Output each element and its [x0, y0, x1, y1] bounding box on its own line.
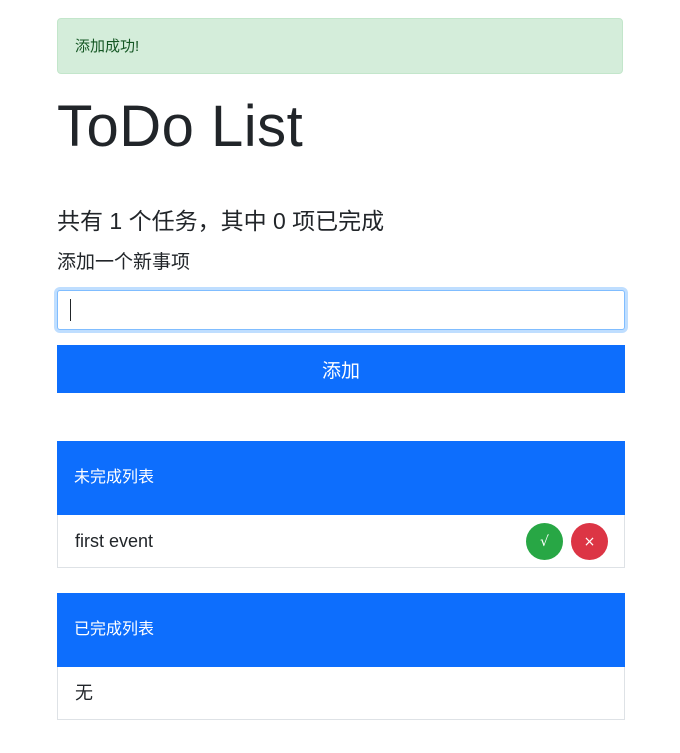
empty-list-item: 无 [58, 667, 624, 719]
new-todo-input[interactable] [57, 290, 625, 330]
incomplete-list-card: 未完成列表 first event √ × [57, 441, 625, 568]
alert-message: 添加成功! [75, 38, 140, 55]
task-summary: 共有 1 个任务，其中 0 项已完成 [57, 208, 385, 234]
todo-item-text: first event [75, 531, 154, 551]
page-title: ToDo List [57, 94, 304, 159]
delete-button[interactable]: × [571, 523, 608, 560]
empty-text: 无 [75, 683, 93, 703]
mark-done-button[interactable]: √ [526, 523, 563, 560]
text-caret [70, 299, 71, 321]
add-item-label: 添加一个新事项 [57, 252, 191, 273]
add-button[interactable]: 添加 [57, 345, 625, 393]
success-alert: 添加成功! [57, 18, 623, 74]
incomplete-list-header: 未完成列表 [57, 441, 625, 515]
completed-list-header: 已完成列表 [57, 593, 625, 667]
completed-list-card: 已完成列表 无 [57, 593, 625, 720]
list-item: first event √ × [58, 515, 624, 567]
